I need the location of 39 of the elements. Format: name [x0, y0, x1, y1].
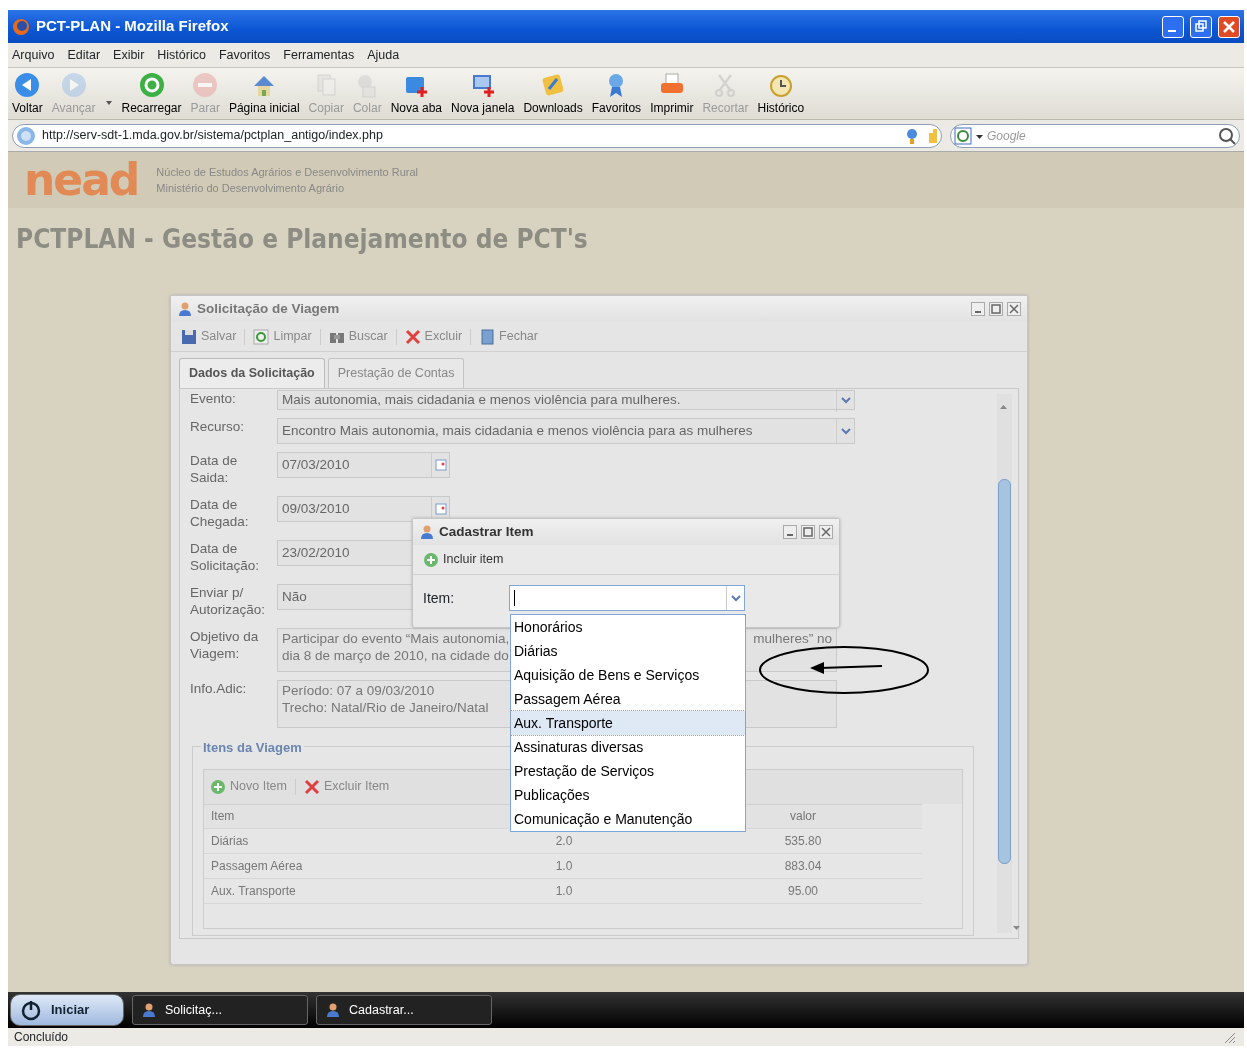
field-value: Não: [282, 587, 307, 606]
field-value: 23/02/2010: [282, 543, 350, 562]
field-label: Objetivo da Viagem:: [190, 627, 260, 663]
text-line: Trecho: Natal/Rio de Janeiro/Natal: [282, 698, 489, 716]
text-line: mulheres” no: [753, 629, 832, 647]
page-title: PCTPLAN - Gestão e Planejamento de PCT's: [15, 223, 589, 256]
field-value: 07/03/2010: [282, 455, 350, 474]
field-label: Data de Solicitação:: [190, 539, 261, 574]
table-cell-text: 535.80: [783, 832, 823, 850]
field-label: Data de Saida:: [190, 451, 239, 486]
table-cell-text: Aux. Transporte: [210, 882, 297, 900]
text-line: dia 8 de março de 2010, na cidade do: [282, 646, 509, 664]
table-cell-text: Diárias: [210, 832, 250, 850]
field-value: Mais autonomia, mais cidadania e menos violência para mulheres.: [282, 390, 681, 409]
field-value: Encontro Mais autonomia, mais cidadania e menos violência para as mulheres: [282, 421, 753, 440]
dialog-title: Cadastrar Item: [439, 522, 535, 541]
window-title: PCT-PLAN - Mozilla Firefox: [36, 16, 230, 37]
field-label: Enviar p/ Autorização:: [190, 583, 267, 618]
url-text: http://serv-sdt-1.mda.gov.br/sistema/pctplan_antigo/index.php: [42, 127, 383, 145]
search-placeholder: Google: [987, 127, 1026, 145]
field-label: Info.Adic:: [190, 679, 248, 698]
window-title: Solicitação de Viagem: [197, 299, 341, 318]
table-cell-text: 2.0: [554, 832, 574, 850]
column-header: Item: [210, 808, 236, 826]
text-line: Período: 07 a 09/03/2010: [282, 681, 435, 699]
organization-name: Ministério do Desenvolvimento Agrário: [156, 181, 346, 196]
logo: nead: [24, 158, 139, 202]
text-line: Participar do evento “Mais autonomia,: [282, 629, 510, 647]
status-text: Concluído: [14, 1029, 69, 1046]
organization-name: Núcleo de Estudos Agrários e Desenvolvimento Rural: [156, 165, 419, 180]
table-cell-text: Passagem Aérea: [210, 857, 304, 875]
table-cell-text: 1.0: [554, 857, 574, 875]
table-cell-text: 95.00: [787, 882, 819, 900]
field-label: Evento:: [190, 389, 237, 408]
table-cell-text: 1.0: [554, 882, 574, 900]
field-label: Data de Chegada:: [190, 495, 250, 530]
field-value: 09/03/2010: [282, 499, 350, 518]
field-label: Recurso:: [190, 417, 246, 436]
table-cell-text: 883.04: [783, 857, 823, 875]
